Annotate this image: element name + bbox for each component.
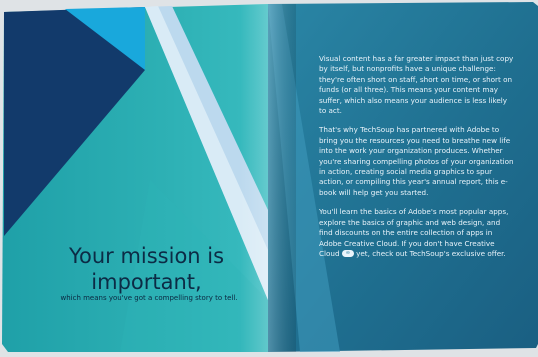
intro-body-copy: Visual content has a far greater impact … — [319, 54, 515, 268]
headline-line-1: Your mission is — [68, 244, 225, 268]
headline-line-2: important, — [91, 270, 202, 294]
creative-cloud-icon: ∞ — [341, 250, 354, 258]
tagline: which means you've got a compelling stor… — [60, 294, 238, 302]
paragraph-3-part-2: yet, check out TechSoup's exclusive offe… — [356, 248, 506, 258]
paragraph-3: You'll learn the basics of Adobe's most … — [319, 207, 515, 259]
paragraph-1: Visual content has a far greater impact … — [319, 54, 514, 116]
paragraph-2: That's why TechSoup has partnered with A… — [319, 125, 514, 197]
ebook-spread: Your mission is important, which means y… — [0, 0, 538, 357]
headline: Your mission is important, — [24, 243, 269, 295]
